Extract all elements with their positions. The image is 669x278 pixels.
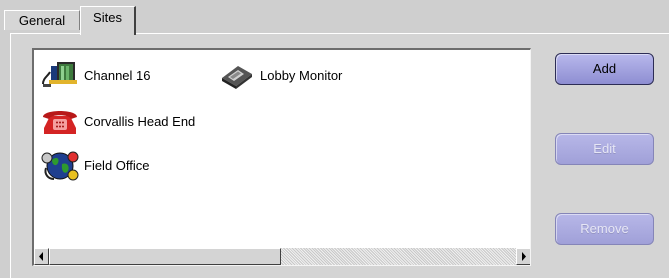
scrollbar-thumb[interactable] xyxy=(49,248,281,265)
sites-list[interactable]: Channel 16 Lobby Monitor Corvallis Head … xyxy=(32,48,531,266)
site-label: Field Office xyxy=(84,157,150,173)
scroll-left-button[interactable] xyxy=(34,248,49,265)
cable-device-icon xyxy=(42,62,77,87)
tab-general[interactable]: General xyxy=(4,10,80,30)
arrow-left-icon xyxy=(39,252,43,261)
arrow-right-icon xyxy=(522,252,526,261)
remove-button[interactable]: Remove xyxy=(555,213,654,245)
edit-button[interactable]: Edit xyxy=(555,133,654,165)
site-item-lobby-monitor[interactable]: Lobby Monitor xyxy=(216,58,342,92)
telephone-icon xyxy=(43,111,77,134)
site-item-field-office[interactable]: Field Office xyxy=(40,148,150,182)
disk-drive-icon xyxy=(222,66,252,89)
site-label: Channel 16 xyxy=(84,67,151,83)
site-item-channel-16[interactable]: Channel 16 xyxy=(40,58,151,92)
globe-network-icon xyxy=(41,151,79,181)
site-label: Lobby Monitor xyxy=(260,67,343,83)
tab-sites[interactable]: Sites xyxy=(80,6,136,35)
horizontal-scrollbar[interactable] xyxy=(34,248,530,265)
scroll-right-button[interactable] xyxy=(516,248,530,265)
add-button[interactable]: Add xyxy=(555,53,654,85)
tab-strip: General Sites xyxy=(0,0,669,35)
site-item-corvallis-head-end[interactable]: Corvallis Head End xyxy=(40,104,195,138)
site-label: Corvallis Head End xyxy=(84,113,196,129)
